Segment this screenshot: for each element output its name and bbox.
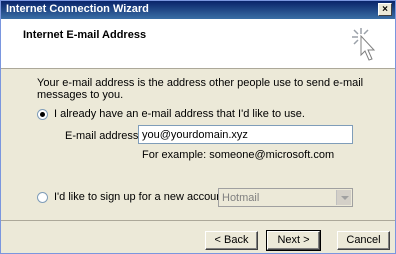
back-button[interactable]: < Back [205,231,258,250]
signup-account-radio[interactable] [37,192,48,203]
existing-address-label[interactable]: I already have an e-mail address that I'… [54,108,305,120]
wizard-header: Internet E-mail Address [1,19,395,69]
wizard-wand-icon [352,28,376,61]
cancel-button[interactable]: Cancel [337,231,390,250]
provider-select[interactable]: Hotmail [218,188,353,207]
wizard-content: Your e-mail address is the address other… [1,70,395,220]
email-address-label: E-mail address: [65,130,142,142]
window-title: Internet Connection Wizard [6,3,149,15]
page-title: Internet E-mail Address [23,29,147,41]
email-address-input[interactable] [138,125,353,144]
next-button[interactable]: Next > [266,230,321,251]
wizard-window: Internet Connection Wizard × Internet E-… [0,0,396,254]
email-example-text: For example: someone@microsoft.com [142,149,335,161]
chevron-down-icon[interactable] [336,190,351,205]
close-icon[interactable]: × [378,3,392,16]
wizard-footer: < Back Next > Cancel [1,220,395,253]
provider-select-value: Hotmail [222,192,260,204]
existing-address-radio[interactable] [37,109,48,120]
title-bar: Internet Connection Wizard × [1,1,395,19]
intro-text: Your e-mail address is the address other… [37,77,364,101]
